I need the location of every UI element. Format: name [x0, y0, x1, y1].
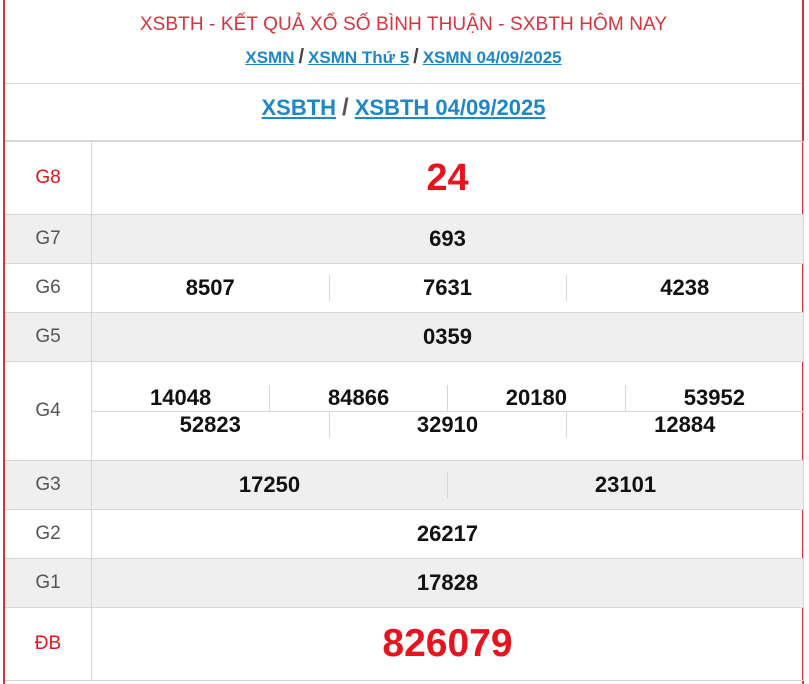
link-xsmn-date[interactable]: XSMN 04/09/2025 — [423, 48, 562, 67]
prize-row-g3: G3 17250 23101 — [5, 460, 804, 510]
prize-numbers-cell: 8507 7631 4238 — [91, 263, 804, 313]
link-xsmn-thu5[interactable]: XSMN Thứ 5 — [308, 48, 409, 67]
prize-number: 20180 — [447, 384, 626, 411]
prize-row-db: ĐB 826079 — [5, 607, 804, 681]
prize-number: 4238 — [660, 275, 710, 300]
prize-row-g2: G2 26217 — [5, 509, 804, 559]
prize-number: 693 — [91, 214, 804, 264]
prize-row-g8: G8 24 — [5, 141, 804, 215]
prize-numbers-cell: 14048 84866 20180 53952 52823 32910 1288… — [91, 361, 804, 461]
lottery-result-card: XSBTH - KẾT QUẢ XỔ SỐ BÌNH THUẬN - SXBTH… — [3, 0, 804, 684]
result-header: XSBTH - KẾT QUẢ XỔ SỐ BÌNH THUẬN - SXBTH… — [5, 0, 802, 84]
prize-number: 26217 — [91, 509, 804, 559]
breadcrumb-separator: / — [413, 46, 419, 68]
prize-number: 84866 — [269, 384, 448, 411]
link-xsbth-date[interactable]: XSBTH 04/09/2025 — [355, 95, 546, 120]
prize-number-special: 826079 — [91, 607, 804, 681]
prize-label: G1 — [5, 558, 92, 608]
result-subheader: XSBTH / XSBTH 04/09/2025 — [5, 84, 802, 141]
prize-row-g5: G5 0359 — [5, 312, 804, 362]
prize-row-g7: G7 693 — [5, 214, 804, 264]
prize-numbers-cell: 17250 23101 — [91, 460, 804, 510]
prize-number: 14048 — [92, 384, 271, 411]
prize-number: 12884 — [566, 410, 803, 438]
results-table: G8 24 G7 693 G6 8507 7631 4238 G5 0359 G… — [5, 141, 804, 681]
prize-label: ĐB — [5, 607, 92, 681]
prize-number: 7631 — [329, 275, 567, 301]
page-title: XSBTH - KẾT QUẢ XỔ SỐ BÌNH THUẬN - SXBTH… — [139, 14, 668, 35]
prize-numbers-grid: 14048 84866 20180 53952 52823 32910 1288… — [92, 384, 803, 438]
prize-numbers-grid: 8507 7631 4238 — [92, 275, 803, 301]
prize-number: 17828 — [91, 558, 804, 608]
prize-label: G8 — [5, 141, 92, 215]
subheader-separator: / — [342, 94, 349, 121]
prize-number: 32910 — [329, 410, 567, 438]
prize-number: 0359 — [91, 312, 804, 362]
prize-number: 17250 — [92, 472, 448, 498]
prize-label: G2 — [5, 509, 92, 559]
prize-number: 52823 — [92, 410, 330, 438]
prize-label: G4 — [5, 361, 92, 461]
prize-numbers-grid: 17250 23101 — [92, 472, 803, 498]
prize-label: G7 — [5, 214, 92, 264]
prize-label: G6 — [5, 263, 92, 313]
prize-label: G3 — [5, 460, 92, 510]
prize-number: 53952 — [683, 384, 745, 410]
prize-row-g6: G6 8507 7631 4238 — [5, 263, 804, 313]
prize-number: 8507 — [92, 275, 330, 301]
breadcrumb-separator: / — [298, 46, 305, 68]
prize-label: G5 — [5, 312, 92, 362]
prize-number: 23101 — [447, 472, 803, 498]
prize-row-g4: G4 14048 84866 20180 53952 52823 32910 1… — [5, 361, 804, 461]
link-xsbth[interactable]: XSBTH — [261, 95, 336, 120]
breadcrumb: XSMN / XSMN Thứ 5/XSMN 04/09/2025 — [5, 46, 802, 69]
prize-number: 24 — [91, 141, 804, 215]
link-xsmn[interactable]: XSMN — [245, 48, 294, 67]
prize-row-g1: G1 17828 — [5, 558, 804, 608]
